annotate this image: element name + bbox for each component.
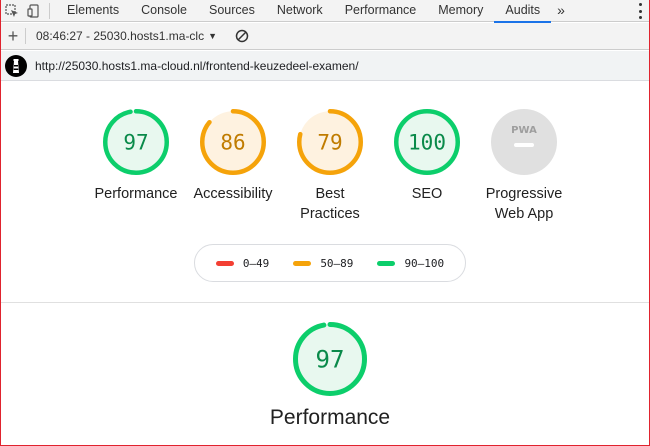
pwa-badge-icon: PWA <box>511 125 537 136</box>
gauge-score: 97 <box>123 131 148 155</box>
gauge-score: 86 <box>220 131 245 155</box>
kebab-menu-icon[interactable] <box>637 3 643 19</box>
gauge-label: Best Practices <box>300 186 360 222</box>
gauge-ring: 97 <box>103 109 169 175</box>
legend-item: 90–100 <box>377 257 444 270</box>
gauge-score: 97 <box>316 346 345 374</box>
devtools-tab-bar: Elements Console Sources Network Performance… <box>1 0 649 23</box>
panel-tabs: Elements Console Sources Network Performance… <box>56 0 551 23</box>
score-scale-legend: 0–49 50–89 90–100 <box>194 244 466 282</box>
tab-sources[interactable]: Sources <box>198 0 266 22</box>
score-gauges: 97 Performance 86 Accessibility 79 Best Pract… <box>0 108 650 228</box>
gauge-best-practices[interactable]: 79 Best Practices <box>275 108 385 224</box>
gauge-ring: 86 <box>200 109 266 175</box>
gauge-label: Progressive Web App <box>485 186 563 222</box>
legend-range: 50–89 <box>320 256 354 270</box>
toolbar-divider <box>49 2 50 19</box>
legend-range: 0–49 <box>242 256 270 270</box>
report-url-bar: http://25030.hosts1.ma-cloud.nl/frontend… <box>1 51 649 81</box>
device-toolbar-icon[interactable] <box>23 0 45 22</box>
report-select-label: 08:46:27 - 25030.hosts1.ma-clc <box>36 29 205 43</box>
category-title: Performance <box>269 406 391 429</box>
legend-swatch <box>215 260 234 266</box>
category-score-gauge: 97 <box>293 322 367 396</box>
gauge-label: Performance <box>94 186 178 202</box>
gauge-ring: 79 <box>297 109 363 175</box>
new-audit-icon[interactable]: + <box>1 23 25 49</box>
legend-swatch <box>377 260 396 266</box>
chevron-down-icon: ▼ <box>208 31 218 41</box>
gauge-performance[interactable]: 97 Performance <box>81 108 191 204</box>
gauge-progressive-web-app[interactable]: PWA Progressive Web App <box>469 108 579 224</box>
section-divider <box>1 302 649 303</box>
tab-audits[interactable]: Audits <box>494 0 551 23</box>
gauge-seo[interactable]: 100 SEO <box>372 108 482 204</box>
report-url[interactable]: http://25030.hosts1.ma-cloud.nl/frontend… <box>35 59 359 73</box>
pwa-gauge-background <box>491 109 557 175</box>
gauge-ring: 100 <box>394 109 460 175</box>
legend-item: 50–89 <box>293 257 353 270</box>
tab-console[interactable]: Console <box>130 0 198 22</box>
report-select[interactable]: 08:46:27 - 25030.hosts1.ma-clc ▼ <box>26 23 217 49</box>
tab-elements[interactable]: Elements <box>56 0 130 22</box>
gauge-score: 100 <box>408 131 446 155</box>
tab-performance[interactable]: Performance <box>334 0 428 22</box>
legend-swatch <box>293 260 312 266</box>
pwa-dash-icon <box>514 143 534 147</box>
gauge-label: Accessibility <box>193 186 273 202</box>
tab-network[interactable]: Network <box>266 0 334 22</box>
legend-range: 90–100 <box>404 256 445 270</box>
gauge-label: SEO <box>411 186 443 202</box>
legend-item: 0–49 <box>215 256 270 270</box>
tab-memory[interactable]: Memory <box>427 0 494 22</box>
gauge-ring: PWA <box>491 109 557 175</box>
more-tabs-icon[interactable]: » <box>551 0 571 22</box>
audits-toolbar: + 08:46:27 - 25030.hosts1.ma-clc ▼ <box>1 23 649 50</box>
gauge-accessibility[interactable]: 86 Accessibility <box>178 108 288 204</box>
clear-icon[interactable] <box>235 29 249 43</box>
gauge-score: 79 <box>317 131 342 155</box>
inspect-element-icon[interactable] <box>1 0 23 22</box>
lighthouse-logo-icon <box>5 54 27 77</box>
